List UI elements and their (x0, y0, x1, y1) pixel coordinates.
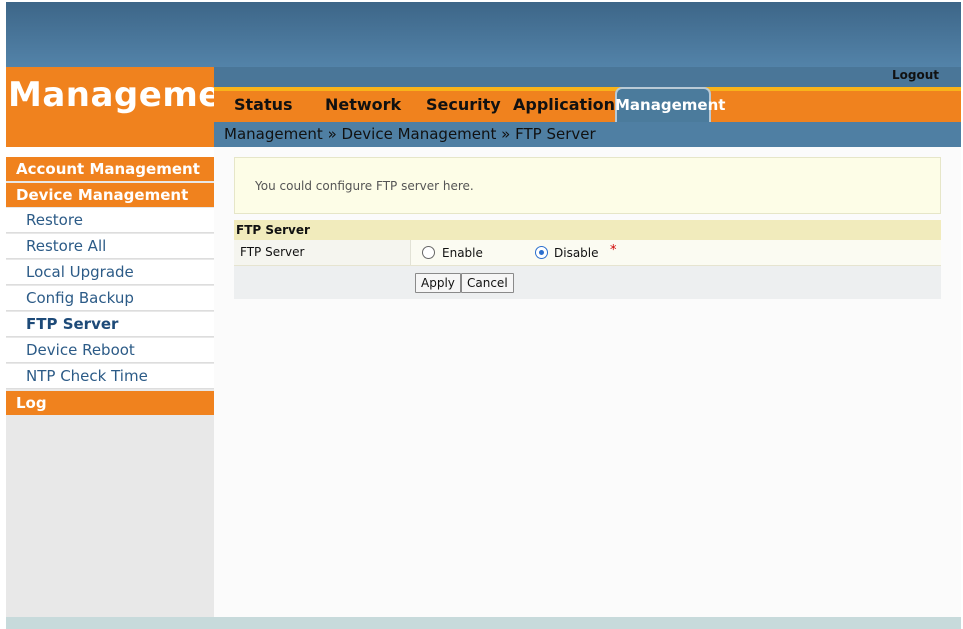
main-nav: Status Network Security Application Mana… (214, 87, 961, 122)
nav-tab-security[interactable]: Security (426, 95, 501, 114)
ftp-server-row: FTP Server Enable Disable * (234, 240, 941, 266)
sidebar-category-device-management[interactable]: Device Management (6, 183, 214, 207)
nav-top-bar: Logout (214, 67, 961, 87)
nav-tab-network[interactable]: Network (325, 95, 401, 114)
sidebar-item-restore-all[interactable]: Restore All (6, 234, 214, 259)
top-banner (6, 2, 961, 67)
sidebar-item-restore[interactable]: Restore (6, 208, 214, 233)
cancel-button[interactable]: Cancel (461, 273, 514, 293)
enable-radio[interactable] (422, 246, 435, 259)
required-mark: * (610, 243, 617, 258)
main-content: You could configure FTP server here. FTP… (214, 147, 961, 617)
breadcrumb-text: Management » Device Management » FTP Ser… (224, 125, 596, 143)
disable-radio[interactable] (535, 246, 548, 259)
info-box: You could configure FTP server here. (234, 157, 941, 214)
footer-strip (6, 617, 961, 629)
disable-label[interactable]: Disable (554, 246, 599, 260)
info-text: You could configure FTP server here. (255, 179, 474, 193)
nav-tab-status[interactable]: Status (234, 95, 293, 114)
sidebar-category-account-management[interactable]: Account Management (6, 157, 214, 181)
sidebar-item-local-upgrade[interactable]: Local Upgrade (6, 260, 214, 285)
sidebar: Account Management Device Management Res… (6, 157, 214, 617)
sidebar-item-device-reboot[interactable]: Device Reboot (6, 338, 214, 363)
sidebar-category-log[interactable]: Log (6, 391, 214, 415)
enable-label[interactable]: Enable (442, 246, 483, 260)
sidebar-item-ntp-check-time[interactable]: NTP Check Time (6, 364, 214, 389)
sidebar-item-config-backup[interactable]: Config Backup (6, 286, 214, 311)
logout-link[interactable]: Logout (892, 68, 939, 82)
nav-tab-management-label[interactable]: Management (615, 96, 725, 114)
brand-box: Management (6, 67, 214, 147)
field-label: FTP Server (234, 240, 411, 265)
apply-button[interactable]: Apply (415, 273, 461, 293)
brand-title: Management (8, 75, 214, 115)
nav-tab-application[interactable]: Application (513, 95, 615, 114)
sidebar-item-ftp-server[interactable]: FTP Server (6, 312, 214, 337)
section-title: FTP Server (234, 220, 941, 240)
button-row: Apply Cancel (234, 266, 941, 299)
breadcrumb: Management » Device Management » FTP Ser… (214, 122, 961, 147)
